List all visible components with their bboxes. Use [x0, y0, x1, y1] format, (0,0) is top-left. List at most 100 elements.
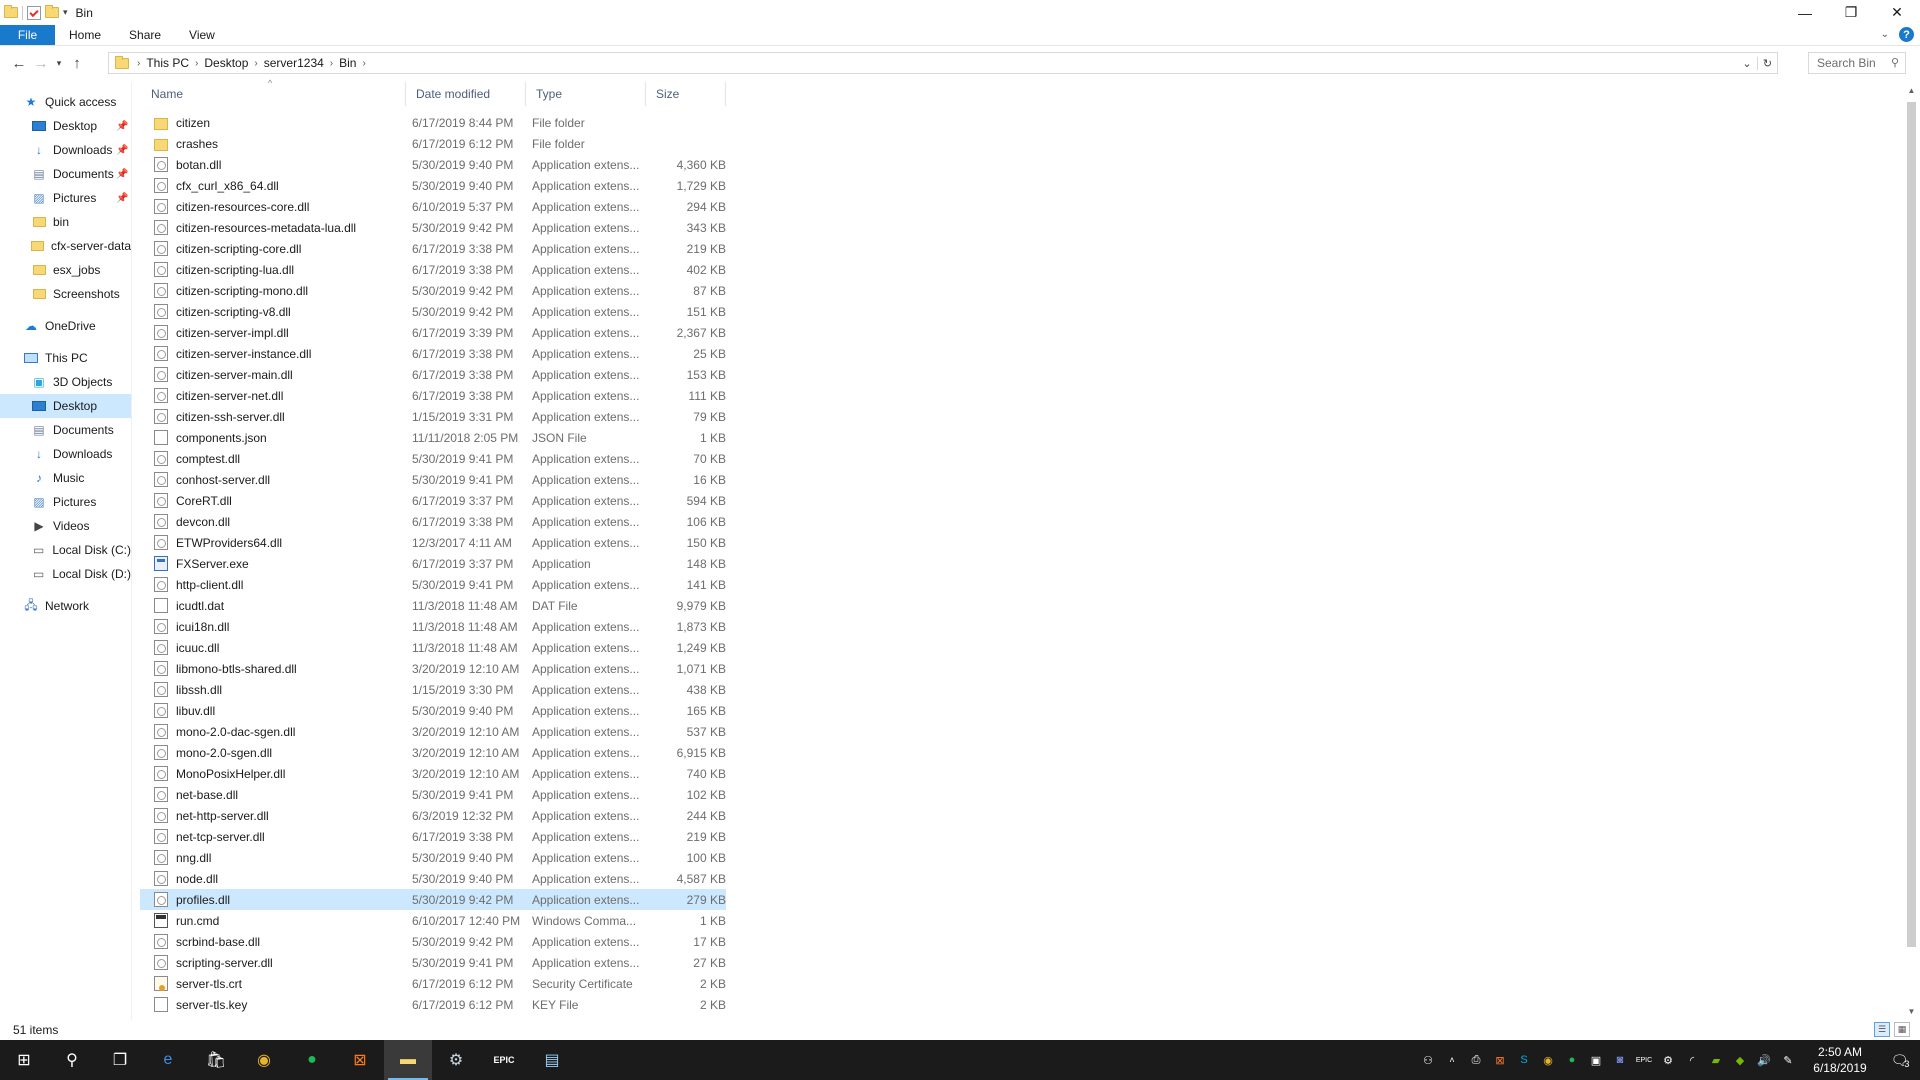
nav-network[interactable]: 🖧 Network	[0, 594, 131, 618]
printer-icon[interactable]: ⎙	[1464, 1040, 1488, 1080]
file-row[interactable]: cfx_curl_x86_64.dll 5/30/2019 9:40 PM Appl…	[140, 175, 726, 196]
details-view-icon[interactable]: ☰	[1874, 1022, 1890, 1037]
nav-this-pc[interactable]: This PC	[0, 346, 131, 370]
search-button[interactable]: ⚲	[48, 1040, 96, 1080]
steam-app[interactable]: ⚙	[432, 1040, 480, 1080]
file-row[interactable]: citizen-scripting-lua.dll 6/17/2019 3:38 …	[140, 259, 726, 280]
nav-item-pictures[interactable]: ▨ Pictures	[0, 490, 131, 514]
file-row[interactable]: profiles.dll 5/30/2019 9:42 PM Application…	[140, 889, 726, 910]
file-row[interactable]: scripting-server.dll 5/30/2019 9:41 PM App…	[140, 952, 726, 973]
nav-item-pictures[interactable]: ▨ Pictures 📌	[0, 186, 131, 210]
file-row[interactable]: libuv.dll 5/30/2019 9:40 PM Application ex…	[140, 700, 726, 721]
nav-item-esx-jobs[interactable]: esx_jobs	[0, 258, 131, 282]
nav-item-documents[interactable]: ▤ Documents 📌	[0, 162, 131, 186]
column-type[interactable]: Type	[526, 82, 646, 106]
file-row[interactable]: comptest.dll 5/30/2019 9:41 PM Application…	[140, 448, 726, 469]
file-row[interactable]: citizen-scripting-v8.dll 5/30/2019 9:42 P…	[140, 301, 726, 322]
wifi-icon[interactable]: ◜	[1680, 1040, 1704, 1080]
discord-icon[interactable]: ◙	[1608, 1040, 1632, 1080]
close-button[interactable]: ✕	[1874, 0, 1920, 25]
steam-tray-icon[interactable]: ⚙	[1656, 1040, 1680, 1080]
file-row[interactable]: net-tcp-server.dll 6/17/2019 3:38 PM Appli…	[140, 826, 726, 847]
file-row[interactable]: conhost-server.dll 5/30/2019 9:41 PM Appli…	[140, 469, 726, 490]
nav-item-music[interactable]: ♪ Music	[0, 466, 131, 490]
scroll-down-icon[interactable]: ▼	[1903, 1007, 1920, 1016]
nav-item-local-disk-c[interactable]: ▭ Local Disk (C:)	[0, 538, 131, 562]
chevron-down-icon[interactable]: ▾	[63, 7, 68, 18]
up-button[interactable]: ↑	[66, 52, 88, 74]
pen-icon[interactable]: ✎	[1776, 1040, 1800, 1080]
file-row[interactable]: mono-2.0-dac-sgen.dll 3/20/2019 12:10 AM A…	[140, 721, 726, 742]
file-row[interactable]: citizen-server-impl.dll 6/17/2019 3:39 PM…	[140, 322, 726, 343]
file-row[interactable]: MonoPosixHelper.dll 3/20/2019 12:10 AM App…	[140, 763, 726, 784]
volume-icon[interactable]: 🔊	[1752, 1040, 1776, 1080]
breadcrumb-this-pc[interactable]: This PC	[142, 56, 193, 70]
expand-ribbon-icon[interactable]: ⌄	[1881, 29, 1889, 40]
file-row[interactable]: FXServer.exe 6/17/2019 3:37 PM Application…	[140, 553, 726, 574]
action-center-button[interactable]: 🗨 3	[1880, 1051, 1920, 1070]
people-icon[interactable]: ⚇	[1416, 1040, 1440, 1080]
nav-quick-access[interactable]: ★ Quick access	[0, 90, 131, 114]
restore-button[interactable]: ❐	[1828, 0, 1874, 25]
breadcrumb-bin[interactable]: Bin	[335, 56, 360, 70]
epic-games-app[interactable]: EPIC	[480, 1040, 528, 1080]
file-row[interactable]: libssh.dll 1/15/2019 3:30 PM Application e…	[140, 679, 726, 700]
file-row[interactable]: citizen-resources-metadata-lua.dll 5/30/2…	[140, 217, 726, 238]
chevron-right-icon[interactable]: ›	[193, 58, 200, 69]
help-icon[interactable]: ?	[1899, 27, 1914, 42]
file-row[interactable]: icui18n.dll 11/3/2018 11:48 AM Application…	[140, 616, 726, 637]
nav-item-local-disk-d[interactable]: ▭ Local Disk (D:)	[0, 562, 131, 586]
file-row[interactable]: net-base.dll 5/30/2019 9:41 PM Application…	[140, 784, 726, 805]
file-row[interactable]: icuuc.dll 11/3/2018 11:48 AM Application e…	[140, 637, 726, 658]
file-row[interactable]: icudtl.dat 11/3/2018 11:48 AM DAT File 9,97…	[140, 595, 726, 616]
file-row[interactable]: crashes 6/17/2019 6:12 PM File folder	[140, 133, 726, 154]
new-folder-icon[interactable]	[45, 5, 59, 18]
column-size[interactable]: Size	[646, 82, 726, 106]
pane-divider[interactable]	[131, 82, 132, 1020]
nvidia-icon[interactable]: ▰	[1704, 1040, 1728, 1080]
breadcrumb-server1234[interactable]: server1234	[260, 56, 328, 70]
file-row[interactable]: mono-2.0-sgen.dll 3/20/2019 12:10 AM Appli…	[140, 742, 726, 763]
chrome-app[interactable]: ◉	[240, 1040, 288, 1080]
vertical-scrollbar[interactable]: ▲ ▼	[1903, 82, 1920, 1020]
address-bar[interactable]: › This PC › Desktop › server1234 › Bin ›…	[108, 52, 1778, 74]
address-history-chevron-icon[interactable]: ⌄	[1737, 57, 1757, 70]
store-app[interactable]: 🛍	[192, 1040, 240, 1080]
file-row[interactable]: citizen 6/17/2019 8:44 PM File folder	[140, 112, 726, 133]
minimize-button[interactable]: —	[1782, 0, 1828, 25]
xampp-tray-icon[interactable]: ⊠	[1488, 1040, 1512, 1080]
file-row[interactable]: CoreRT.dll 6/17/2019 3:37 PM Application e…	[140, 490, 726, 511]
file-row[interactable]: citizen-server-main.dll 6/17/2019 3:38 PM…	[140, 364, 726, 385]
tab-view[interactable]: View	[175, 25, 229, 45]
chrome-tray-icon[interactable]: ◉	[1536, 1040, 1560, 1080]
file-row[interactable]: components.json 11/11/2018 2:05 PM JSON Fi…	[140, 427, 726, 448]
file-row[interactable]: ETWProviders64.dll 12/3/2017 4:11 AM Appli…	[140, 532, 726, 553]
chevron-right-icon[interactable]: ›	[360, 58, 367, 69]
file-row[interactable]: citizen-ssh-server.dll 1/15/2019 3:31 PM A…	[140, 406, 726, 427]
recent-locations-chevron-icon[interactable]: ▾	[52, 52, 66, 74]
search-input[interactable]: Search Bin ⚲	[1808, 52, 1906, 74]
nav-item-downloads[interactable]: ↓ Downloads 📌	[0, 138, 131, 162]
show-hidden-icons-chevron[interactable]: ˄	[1440, 1040, 1464, 1080]
file-row[interactable]: node.dll 5/30/2019 9:40 PM Application ext…	[140, 868, 726, 889]
search-icon[interactable]: ⚲	[1891, 56, 1899, 69]
chevron-right-icon[interactable]: ›	[328, 58, 335, 69]
file-row[interactable]: citizen-resources-core.dll 6/10/2019 5:37…	[140, 196, 726, 217]
column-date-modified[interactable]: Date modified	[406, 82, 526, 106]
back-button[interactable]: ←	[8, 52, 30, 74]
file-row[interactable]: scrbind-base.dll 5/30/2019 9:42 PM Applica…	[140, 931, 726, 952]
properties-icon[interactable]	[27, 5, 41, 20]
geforce-icon[interactable]: ◆	[1728, 1040, 1752, 1080]
scroll-up-icon[interactable]: ▲	[1903, 86, 1920, 95]
spotify-app[interactable]: ●	[288, 1040, 336, 1080]
nav-onedrive[interactable]: ☁ OneDrive	[0, 314, 131, 338]
nav-item-desktop[interactable]: Desktop 📌	[0, 114, 131, 138]
file-row[interactable]: server-tls.crt 6/17/2019 6:12 PM Security …	[140, 973, 726, 994]
breadcrumb-desktop[interactable]: Desktop	[200, 56, 252, 70]
notepad-app[interactable]: ▤	[528, 1040, 576, 1080]
nav-item-bin[interactable]: bin	[0, 210, 131, 234]
scrollbar-thumb[interactable]	[1907, 102, 1916, 947]
forward-button[interactable]: →	[30, 52, 52, 74]
file-row[interactable]: http-client.dll 5/30/2019 9:41 PM Applicat…	[140, 574, 726, 595]
tab-home[interactable]: Home	[55, 25, 115, 45]
